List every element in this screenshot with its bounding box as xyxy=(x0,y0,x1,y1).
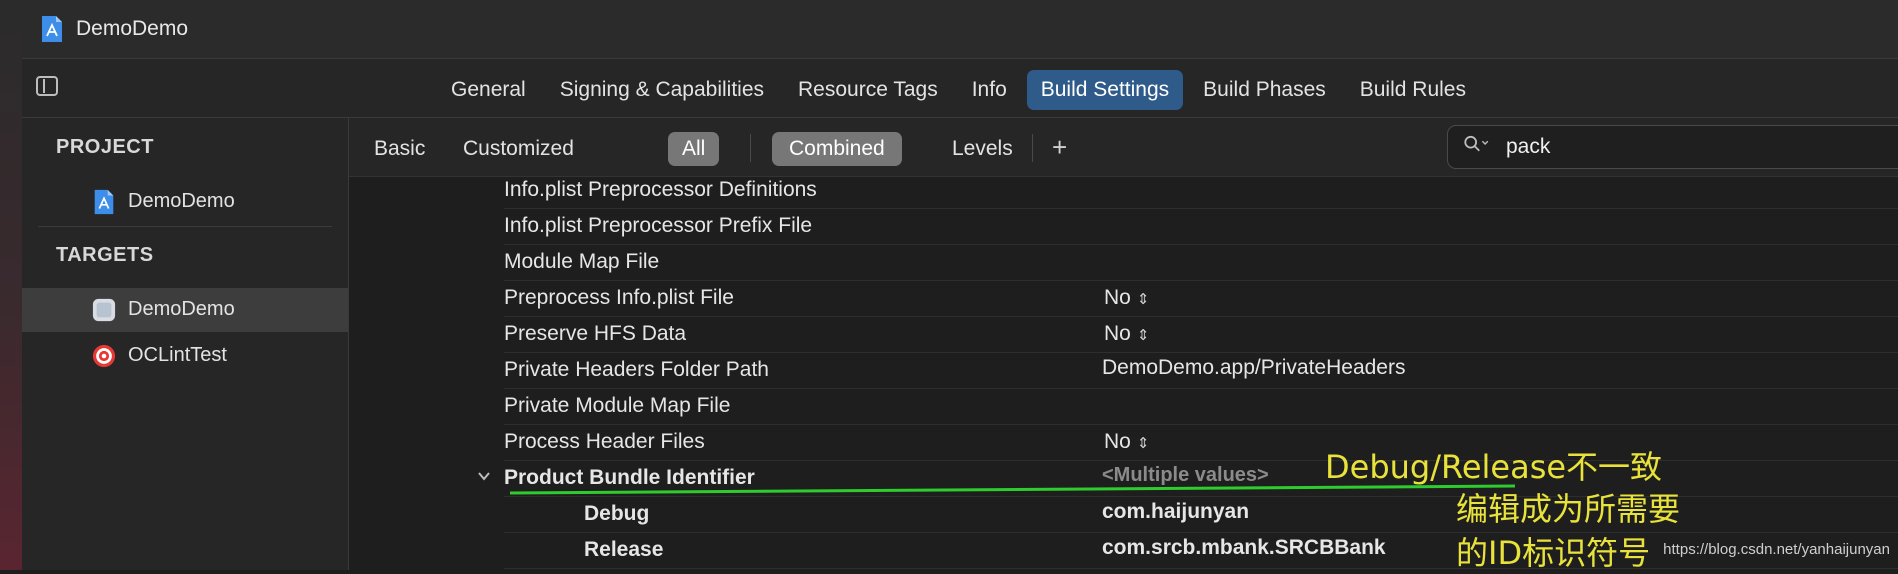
sidebar-item-target-demodemo[interactable]: DemoDemo xyxy=(22,288,348,332)
setting-value[interactable]: No ⇕ xyxy=(1104,286,1149,310)
sidebar-item-label: OCLintTest xyxy=(128,344,227,366)
chevron-down-icon[interactable] xyxy=(476,468,492,484)
stepper-icon: ⇕ xyxy=(1136,327,1150,344)
tab-build-rules[interactable]: Build Rules xyxy=(1346,70,1480,110)
setting-name: Product Bundle Identifier xyxy=(504,466,755,489)
tab-resource-tags[interactable]: Resource Tags xyxy=(784,70,952,110)
editor-tab-bar: General Signing & Capabilities Resource … xyxy=(22,59,1898,118)
annotation-text-line3: 的ID标识符号 xyxy=(1456,534,1651,572)
setting-row[interactable]: Private Headers Folder Path DemoDemo.app… xyxy=(504,352,1898,389)
setting-name: Info.plist Preprocessor Prefix File xyxy=(504,214,813,237)
search-icon xyxy=(1464,135,1489,152)
setting-name: Private Module Map File xyxy=(504,394,731,417)
setting-row[interactable]: Info.plist Preprocessor Prefix File xyxy=(504,208,1898,245)
sidebar-item-project[interactable]: DemoDemo xyxy=(22,180,348,224)
build-settings-filter-bar: Basic Customized All Combined Levels + p… xyxy=(349,118,1898,177)
setting-name: Preserve HFS Data xyxy=(504,322,687,345)
setting-row[interactable]: Module Map File xyxy=(504,244,1898,281)
add-setting-button[interactable]: + xyxy=(1052,132,1067,163)
setting-name: Preprocess Info.plist File xyxy=(504,286,734,309)
targets-section-header: TARGETS xyxy=(56,244,154,266)
sidebar-item-label: DemoDemo xyxy=(128,190,235,212)
setting-value[interactable]: <Multiple values> xyxy=(1102,464,1269,487)
tab-build-phases[interactable]: Build Phases xyxy=(1189,70,1340,110)
setting-name: Release xyxy=(584,538,664,561)
project-section-header: PROJECT xyxy=(56,136,154,158)
setting-row-expanded[interactable]: Product Bundle Identifier <Multiple valu… xyxy=(478,460,1898,497)
setting-row[interactable]: Process Header Files No ⇕ xyxy=(504,424,1898,461)
filter-levels-button[interactable]: Levels xyxy=(935,132,1030,166)
tab-info[interactable]: Info xyxy=(958,70,1021,110)
setting-value[interactable]: DemoDemo.app/PrivateHeaders xyxy=(1102,356,1405,380)
settings-tabs: General Signing & Capabilities Resource … xyxy=(437,70,1480,110)
sidebar-toggle-icon[interactable] xyxy=(36,76,58,96)
tab-general[interactable]: General xyxy=(437,70,540,110)
setting-name: Module Map File xyxy=(504,250,660,273)
annotation-text-line2: 编辑成为所需要 xyxy=(1456,490,1681,528)
project-file-icon xyxy=(42,16,62,42)
filter-all-button[interactable]: All xyxy=(668,132,720,166)
tab-signing-capabilities[interactable]: Signing & Capabilities xyxy=(546,70,778,110)
sidebar-item-target-oclinttest[interactable]: OCLintTest xyxy=(22,334,348,378)
setting-name: Private Headers Folder Path xyxy=(504,358,769,381)
filter-customized-button[interactable]: Customized xyxy=(446,132,591,166)
setting-value-text: No xyxy=(1104,286,1131,309)
target-bullseye-icon xyxy=(92,344,116,368)
tab-build-settings[interactable]: Build Settings xyxy=(1026,70,1184,110)
stepper-icon: ⇕ xyxy=(1136,291,1150,308)
window-title: DemoDemo xyxy=(76,17,189,40)
setting-name: Info.plist Preprocessor Definitions xyxy=(504,178,817,201)
setting-row[interactable]: Preserve HFS Data No ⇕ xyxy=(504,316,1898,353)
project-navigator: PROJECT DemoDemo TARGETS DemoDemo OCLint… xyxy=(22,118,349,570)
setting-row[interactable]: Info.plist Preprocessor Definitions xyxy=(504,172,1898,209)
search-field[interactable]: pack xyxy=(1447,125,1898,169)
filter-basic-button[interactable]: Basic xyxy=(357,132,442,166)
setting-value-text: No xyxy=(1104,322,1131,345)
setting-row[interactable]: Private Module Map File xyxy=(504,388,1898,425)
desktop-edge xyxy=(0,0,22,570)
annotation-text-line1: Debug/Release不一致 xyxy=(1325,448,1663,486)
setting-value[interactable]: No ⇕ xyxy=(1104,430,1149,454)
sidebar-divider xyxy=(38,226,332,227)
title-bar: DemoDemo xyxy=(22,0,1898,59)
watermark: https://blog.csdn.net/yanhaijunyan xyxy=(1663,541,1890,558)
setting-value-text: No xyxy=(1104,430,1131,453)
setting-subrow-debug[interactable]: Debug com.haijunyan xyxy=(504,496,1898,533)
setting-value[interactable]: No ⇕ xyxy=(1104,322,1149,346)
setting-name: Process Header Files xyxy=(504,430,705,453)
search-input-value: pack xyxy=(1506,135,1551,158)
stepper-icon: ⇕ xyxy=(1136,435,1150,452)
setting-row[interactable]: Preprocess Info.plist File No ⇕ xyxy=(504,280,1898,317)
setting-value[interactable]: com.haijunyan xyxy=(1102,500,1249,524)
setting-name: Debug xyxy=(584,502,650,525)
filter-divider xyxy=(750,134,751,162)
filter-combined-button[interactable]: Combined xyxy=(772,132,902,166)
sidebar-item-label: DemoDemo xyxy=(128,298,235,320)
app-target-icon xyxy=(92,298,116,322)
setting-value[interactable]: com.srcb.mbank.SRCBBank xyxy=(1102,536,1386,560)
filter-divider xyxy=(1032,134,1033,162)
project-file-icon xyxy=(94,189,114,215)
